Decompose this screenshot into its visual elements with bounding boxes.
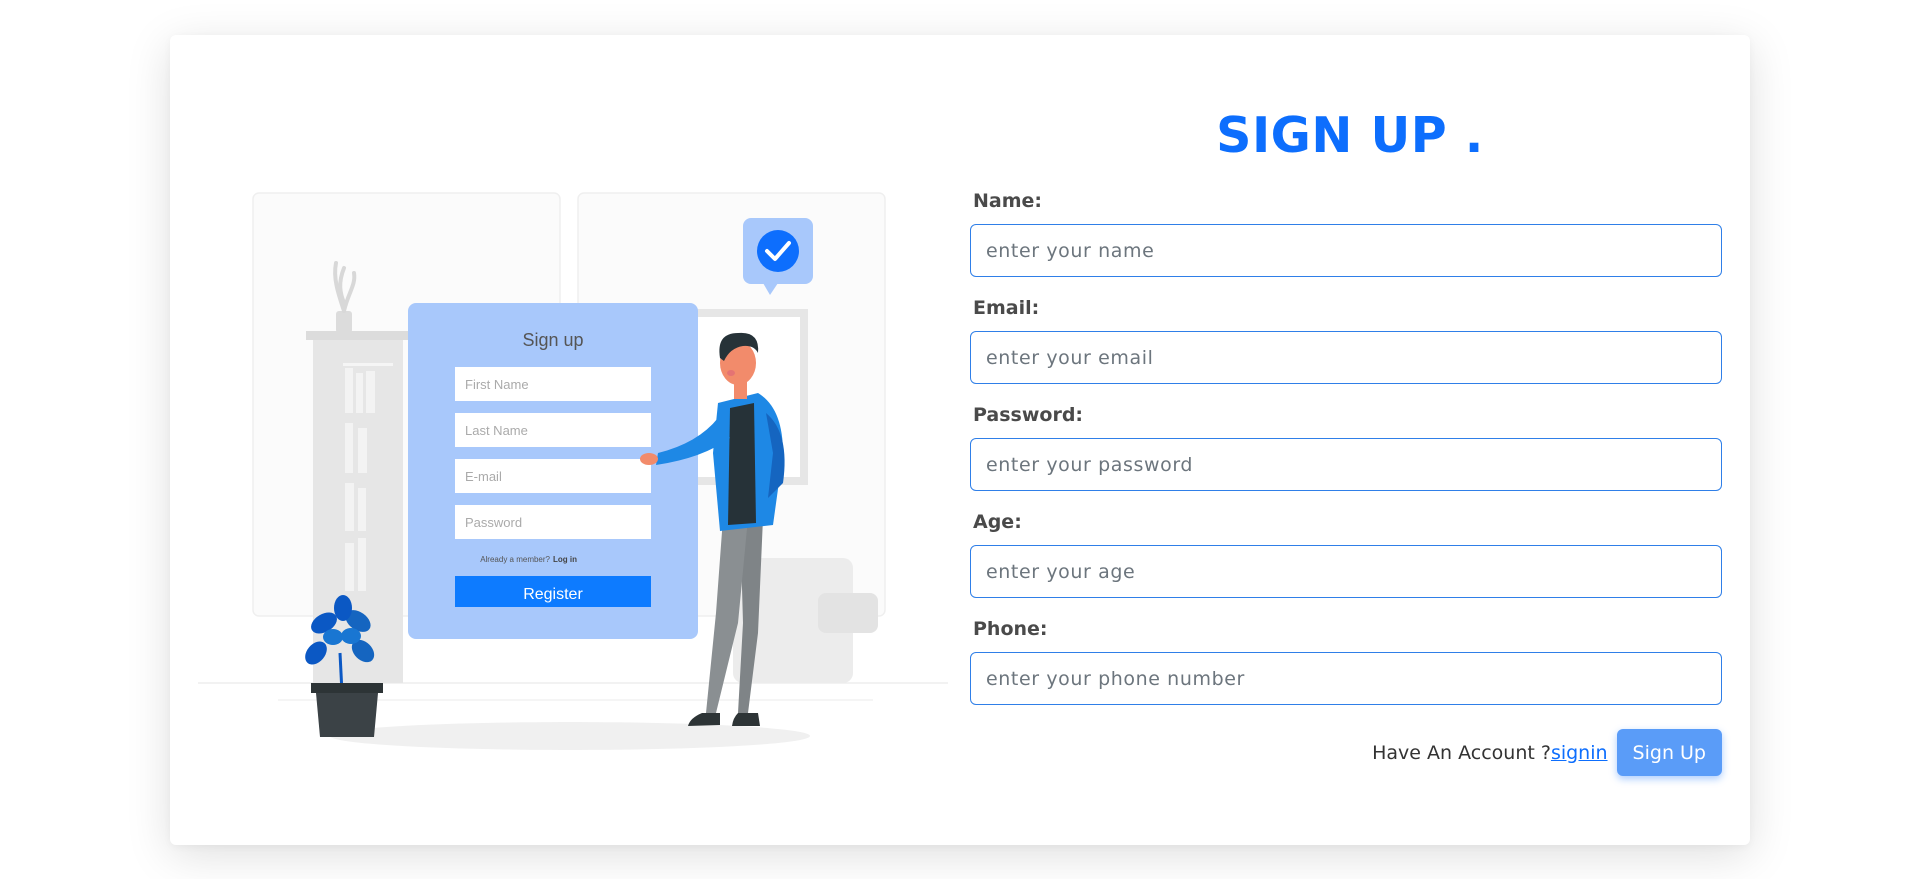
signin-link[interactable]: signin bbox=[1551, 742, 1608, 764]
phone-label: Phone: bbox=[973, 618, 1048, 640]
signup-illustration: Sign up First Name Last Name E-mail Pass… bbox=[198, 153, 948, 763]
name-input[interactable] bbox=[970, 224, 1722, 277]
illustration-card-title: Sign up bbox=[522, 330, 583, 350]
illustration-placeholder: Last Name bbox=[465, 423, 528, 438]
form-footer: Have An Account ? signin Sign Up bbox=[1372, 729, 1722, 776]
name-label: Name: bbox=[973, 190, 1043, 212]
sign-up-button[interactable]: Sign Up bbox=[1616, 729, 1722, 776]
password-input[interactable] bbox=[970, 438, 1722, 491]
illustration-placeholder: First Name bbox=[465, 377, 529, 392]
email-input[interactable] bbox=[970, 331, 1722, 384]
illustration-placeholder: Password bbox=[465, 515, 522, 530]
form-title: SIGN UP . bbox=[1216, 107, 1484, 164]
illustration-placeholder: E-mail bbox=[465, 469, 502, 484]
phone-input[interactable] bbox=[970, 652, 1722, 705]
password-label: Password: bbox=[973, 404, 1084, 426]
email-label: Email: bbox=[973, 297, 1040, 319]
have-account-text: Have An Account ? bbox=[1372, 741, 1551, 764]
illustration-member-text: Already a member? bbox=[480, 555, 550, 564]
illustration-register-label: Register bbox=[523, 586, 583, 603]
illustration-login-text: Log in bbox=[553, 555, 577, 564]
age-label: Age: bbox=[973, 511, 1022, 533]
signup-form: SIGN UP . Name: Email: Password: Age: Ph… bbox=[970, 35, 1730, 845]
age-input[interactable] bbox=[970, 545, 1722, 598]
signup-card: Sign up First Name Last Name E-mail Pass… bbox=[170, 35, 1750, 845]
